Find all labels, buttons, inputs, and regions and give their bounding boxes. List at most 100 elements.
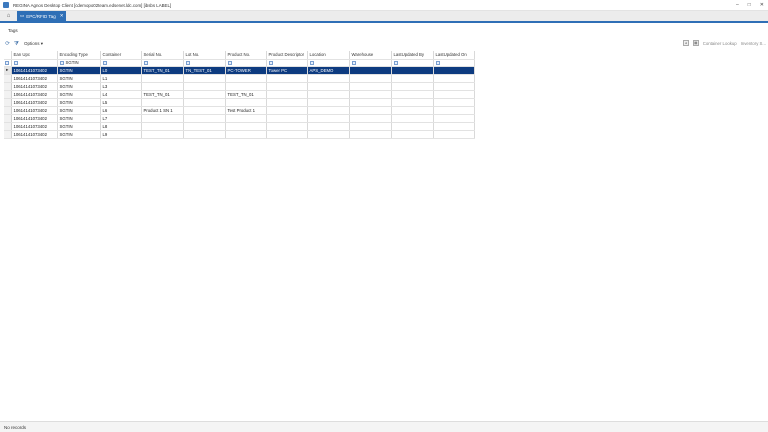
nav-back-icon[interactable]: ◂ — [682, 40, 689, 46]
table-row[interactable]: 10614141073402 SGTIN L4 TEST_TN_01 TEST_TN_0… — [4, 90, 475, 99]
table-cell[interactable] — [307, 82, 350, 91]
table-cell[interactable] — [433, 122, 475, 131]
table-cell[interactable] — [307, 106, 350, 115]
table-cell[interactable] — [183, 98, 226, 107]
options-menu[interactable]: Options ▾ — [24, 41, 43, 47]
table-cell[interactable] — [266, 122, 308, 131]
table-cell[interactable] — [433, 106, 475, 115]
table-row[interactable]: 10614141073402 SGTIN L7 — [4, 114, 475, 123]
table-cell[interactable]: TEST_TN_01 — [141, 66, 184, 75]
table-cell[interactable] — [183, 122, 226, 131]
table-cell[interactable] — [349, 90, 392, 99]
table-row[interactable]: 10614141073402 SGTIN L3 — [4, 82, 475, 91]
table-row[interactable]: 10614141073402 SGTIN L9 — [4, 130, 475, 139]
table-cell[interactable] — [349, 66, 392, 75]
table-cell[interactable] — [266, 82, 308, 91]
column-header[interactable]: Warehouse — [349, 51, 392, 60]
table-cell[interactable]: 10614141073402 — [11, 106, 58, 115]
row-selector[interactable] — [4, 122, 12, 131]
filter-operator-icon[interactable] — [102, 60, 107, 65]
table-cell[interactable] — [141, 82, 184, 91]
minimize-button[interactable]: – — [736, 2, 739, 8]
table-row[interactable]: 10614141073402 SGTIN L5 — [4, 98, 475, 107]
table-cell[interactable] — [183, 74, 226, 83]
table-cell[interactable]: APS_DEMO — [307, 66, 350, 75]
table-cell[interactable] — [391, 114, 434, 123]
table-cell[interactable] — [349, 98, 392, 107]
column-header[interactable]: Product No. — [225, 51, 267, 60]
table-cell[interactable] — [141, 74, 184, 83]
table-cell[interactable] — [266, 130, 308, 139]
column-header[interactable]: LastUpdated By — [391, 51, 434, 60]
table-cell[interactable]: PC-TOWER — [225, 66, 267, 75]
filter-cell[interactable] — [11, 59, 58, 67]
filter-cell[interactable] — [307, 59, 350, 67]
table-cell[interactable] — [433, 82, 475, 91]
table-cell[interactable] — [391, 130, 434, 139]
table-cell[interactable] — [141, 122, 184, 131]
table-cell[interactable]: L5 — [100, 98, 142, 107]
table-cell[interactable]: SGTIN — [57, 82, 101, 91]
table-cell[interactable]: L3 — [100, 82, 142, 91]
table-cell[interactable]: 10614141073402 — [11, 90, 58, 99]
column-header[interactable]: Serial No. — [141, 51, 184, 60]
table-cell[interactable]: 10614141073402 — [11, 98, 58, 107]
filter-cell[interactable] — [225, 59, 267, 67]
table-cell[interactable] — [225, 114, 267, 123]
tab-epc-rfid-tag[interactable]: ▭ EPC/RFID Tag ✕ — [17, 11, 67, 21]
table-cell[interactable] — [183, 130, 226, 139]
row-selector[interactable] — [4, 90, 12, 99]
table-cell[interactable] — [391, 98, 434, 107]
filter-operator-icon[interactable] — [59, 60, 64, 65]
column-header[interactable]: Encoding Type — [57, 51, 101, 60]
table-cell[interactable]: 10614141073402 — [11, 74, 58, 83]
table-cell[interactable] — [433, 66, 475, 75]
filter-operator-icon[interactable] — [268, 60, 273, 65]
table-cell[interactable] — [391, 82, 434, 91]
filter-cell[interactable] — [141, 59, 184, 67]
column-header[interactable]: Container — [100, 51, 142, 60]
column-header[interactable]: LastUpdated On — [433, 51, 475, 60]
table-cell[interactable] — [307, 122, 350, 131]
table-cell[interactable] — [391, 122, 434, 131]
table-cell[interactable]: L8 — [100, 122, 142, 131]
table-cell[interactable]: Tower PC — [266, 66, 308, 75]
table-row[interactable]: 10614141073402 SGTIN L8 — [4, 122, 475, 131]
table-cell[interactable] — [349, 82, 392, 91]
table-cell[interactable] — [225, 130, 267, 139]
table-cell[interactable]: SGTIN — [57, 106, 101, 115]
table-cell[interactable] — [225, 74, 267, 83]
table-cell[interactable] — [266, 114, 308, 123]
table-cell[interactable] — [391, 66, 434, 75]
table-cell[interactable] — [349, 114, 392, 123]
table-cell[interactable] — [266, 106, 308, 115]
container-lookup-button[interactable]: Container Lookup — [703, 41, 737, 46]
row-selector[interactable] — [4, 82, 12, 91]
filter-cell[interactable] — [100, 59, 142, 67]
filter-operator-icon[interactable] — [435, 60, 440, 65]
table-cell[interactable]: TEST_TN_01 — [141, 90, 184, 99]
tab-close-icon[interactable]: ✕ — [60, 13, 64, 19]
table-cell[interactable]: 10614141073402 — [11, 82, 58, 91]
table-row[interactable]: ▸ 10614141073402 SGTIN L0 TEST_TN_01 TN_TEST_… — [4, 66, 475, 75]
row-selector[interactable] — [4, 114, 12, 123]
row-selector[interactable] — [4, 106, 12, 115]
table-cell[interactable] — [391, 90, 434, 99]
close-button[interactable]: ✕ — [760, 2, 764, 8]
column-header[interactable]: Product Descriptor — [266, 51, 308, 60]
table-cell[interactable] — [183, 90, 226, 99]
table-cell[interactable]: L4 — [100, 90, 142, 99]
table-cell[interactable] — [266, 98, 308, 107]
table-cell[interactable]: Test Product 1 — [225, 106, 267, 115]
grid-settings-icon[interactable]: ▦ — [692, 40, 699, 46]
table-cell[interactable] — [433, 74, 475, 83]
table-cell[interactable]: SGTIN — [57, 122, 101, 131]
table-cell[interactable] — [307, 130, 350, 139]
filter-operator-icon[interactable] — [309, 60, 314, 65]
column-header[interactable]: Lot No. — [183, 51, 226, 60]
column-header[interactable]: Ean Upc — [11, 51, 58, 60]
filter-operator-icon[interactable] — [185, 60, 190, 65]
table-cell[interactable] — [141, 130, 184, 139]
table-cell[interactable]: SGTIN — [57, 98, 101, 107]
table-cell[interactable]: SGTIN — [57, 90, 101, 99]
